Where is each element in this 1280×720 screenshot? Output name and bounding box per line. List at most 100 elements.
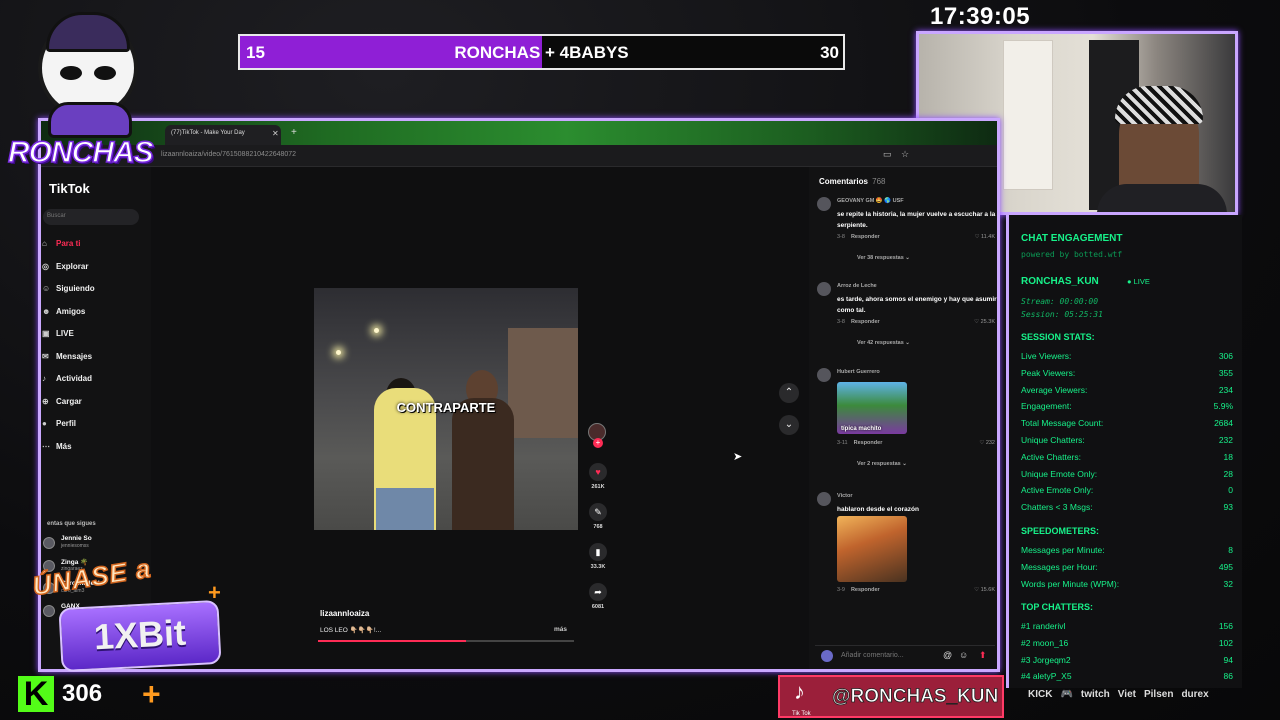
previous-video-button[interactable]: ⌃	[779, 383, 799, 403]
likes-count: 11.4K	[981, 234, 995, 240]
reply-button[interactable]: Responder	[854, 440, 883, 446]
promo-box: 1XBit	[58, 599, 222, 673]
browser-tab[interactable]: (77)TikTok - Make Your Day	[165, 125, 281, 145]
bookmark-icon[interactable]: ▮	[589, 543, 607, 561]
tiktok-logo[interactable]: TikTok	[49, 181, 90, 196]
avatar[interactable]	[817, 282, 831, 296]
comment-user[interactable]: Victor	[837, 493, 853, 499]
stat-label: #3 Jorgeqm2	[1021, 654, 1071, 665]
view-replies-link[interactable]: Ver 42 respuestas ⌄	[857, 340, 910, 346]
more-link[interactable]: más	[554, 626, 567, 633]
comment-likes[interactable]: ♡ 232	[979, 440, 995, 446]
nav-item-cargar[interactable]: ⊕ Cargar	[41, 397, 82, 406]
comment-meta: 3-9 Responder	[837, 587, 880, 593]
avatar[interactable]	[817, 368, 831, 382]
send-icon[interactable]: ⬆	[979, 650, 987, 661]
nav-item-actividad[interactable]: ♪ Actividad	[41, 374, 92, 383]
upload-icon: ⊕	[42, 396, 49, 406]
stat-value: 8	[1228, 545, 1233, 555]
comment-user[interactable]: GEOVANY GM 🤩 🌎 USF	[837, 198, 904, 204]
share-icon[interactable]: ➦	[589, 583, 607, 601]
view-replies-link[interactable]: Ver 38 respuestas ⌄	[857, 255, 910, 261]
stat-value: 234	[1218, 384, 1233, 395]
comment-image-caption: típica machito	[841, 426, 882, 432]
comment-user[interactable]: Hubert Guerrero	[837, 369, 880, 375]
new-tab-icon[interactable]: +	[291, 127, 297, 138]
video-author[interactable]: lizaannloaiza	[320, 609, 369, 618]
next-video-button[interactable]: ⌄	[779, 415, 799, 435]
score-title-a: RONCHAS	[454, 43, 541, 62]
comment-input[interactable]: Añadir comentario... @ ☺ ⬆	[815, 645, 995, 663]
comment-icon[interactable]: ✎	[589, 503, 607, 521]
comment-user[interactable]: Arroz de Leche	[837, 283, 877, 289]
home-icon: ⌂	[42, 239, 47, 248]
nav-item-siguiendo[interactable]: ☺ Siguiendo	[41, 284, 95, 293]
video-player[interactable]: CONTRAPARTE	[314, 288, 578, 530]
top-row: #2 moon_16 102	[1021, 638, 1233, 652]
stat-value: 495	[1218, 561, 1233, 572]
mention-icon[interactable]: @	[943, 650, 952, 660]
action-count: 33.3K	[590, 564, 606, 570]
speed-title: SPEEDOMETERS:	[1021, 526, 1100, 536]
nav-label: Amigos	[56, 306, 86, 316]
likes-count: 25.3K	[980, 319, 995, 325]
comments-count: 768	[872, 177, 886, 186]
nav-item-live[interactable]: ▣ LIVE	[41, 329, 74, 338]
heart-icon[interactable]: ♥	[589, 463, 607, 481]
nav-item-mensajes[interactable]: ✉ Mensajes	[41, 352, 92, 361]
comment-meta: 3-11 Responder	[837, 440, 882, 446]
comment-image[interactable]	[837, 516, 907, 582]
action-bookmark[interactable]: ▮ 33.3K	[588, 543, 608, 570]
stat-label: Unique Chatters:	[1021, 435, 1085, 445]
comment-likes[interactable]: ♡ 11.4K	[975, 234, 995, 240]
nav-label: Mensajes	[56, 351, 93, 361]
comment-likes[interactable]: ♡ 25.3K	[974, 319, 995, 325]
nav-item-para-ti[interactable]: ⌂ Para ti	[41, 239, 80, 248]
reply-button[interactable]: Responder	[851, 587, 880, 593]
goal-score-bar: 15 RONCHAS + 4BABYS 30	[238, 34, 845, 70]
comment-image[interactable]: típica machito	[837, 382, 907, 434]
nav-item-explorar[interactable]: ◎ Explorar	[41, 262, 88, 271]
screen-icon[interactable]: ▭	[883, 149, 892, 160]
reply-button[interactable]: Responder	[851, 234, 880, 240]
top-row: #4 aletyP_X5 86	[1021, 671, 1233, 685]
stat-label: Messages per Hour:	[1021, 561, 1098, 572]
sponsor-logos: KICK 🎮 twitch Viet Pilsen durex	[1028, 689, 1217, 707]
nav-label: Más	[56, 441, 72, 451]
stat-value: 32	[1223, 578, 1233, 589]
reply-button[interactable]: Responder	[851, 319, 880, 325]
comments-panel: Comentarios 768 GEOVANY GM 🤩 🌎 USF se rep…	[809, 167, 997, 669]
nav-item-m-s[interactable]: ⋯ Más	[41, 442, 72, 451]
nav-item-perfil[interactable]: ● Perfil	[41, 419, 76, 428]
action-heart[interactable]: ♥ 261K	[588, 463, 608, 490]
avatar[interactable]	[817, 197, 831, 211]
follow-plus-icon[interactable]: +	[593, 438, 603, 448]
stats-title: SESSION STATS:	[1021, 332, 1095, 342]
search-input[interactable]: Buscar	[43, 209, 139, 225]
action-share[interactable]: ➦ 6081	[588, 583, 608, 610]
stat-label: #4 aletyP_X5	[1021, 671, 1072, 682]
comment-text: es tarde, ahora somos el enemigo y hay q…	[837, 296, 997, 314]
likes-count: 15.6K	[980, 587, 995, 593]
cam-shelf	[1003, 40, 1053, 190]
emoji-icon[interactable]: ☺	[959, 650, 968, 660]
following-title: entas que sigues	[47, 521, 96, 527]
address-bar[interactable]: lizaannloaiza/video/7615088210422648072 …	[41, 145, 997, 167]
score-title: RONCHAS + 4BABYS	[240, 43, 843, 63]
logo-mascot-eye	[94, 66, 116, 80]
tab-title: (77)TikTok - Make Your Day	[171, 130, 245, 136]
video-description: LOS LEO 👇🏼👇🏼👇🏼!...	[320, 627, 382, 634]
nav-item-amigos[interactable]: ☻ Amigos	[41, 307, 85, 316]
comment-likes[interactable]: ♡ 15.6K	[974, 587, 995, 593]
close-icon[interactable]: ✕	[272, 129, 279, 138]
stat-value: 5.9%	[1213, 401, 1233, 412]
view-replies-link[interactable]: Ver 2 respuestas ⌄	[857, 461, 907, 467]
video-man	[452, 398, 514, 530]
star-icon[interactable]: ☆	[901, 149, 909, 160]
speed-row: Messages per Minute: 8	[1021, 545, 1233, 559]
video-progress[interactable]	[318, 640, 574, 642]
comment-text: se repite la historia, la mujer vuelve a…	[837, 211, 996, 229]
engagement-powered: powered by botted.wtf	[1021, 250, 1123, 259]
avatar[interactable]	[817, 492, 831, 506]
action-comment[interactable]: ✎ 768	[588, 503, 608, 530]
